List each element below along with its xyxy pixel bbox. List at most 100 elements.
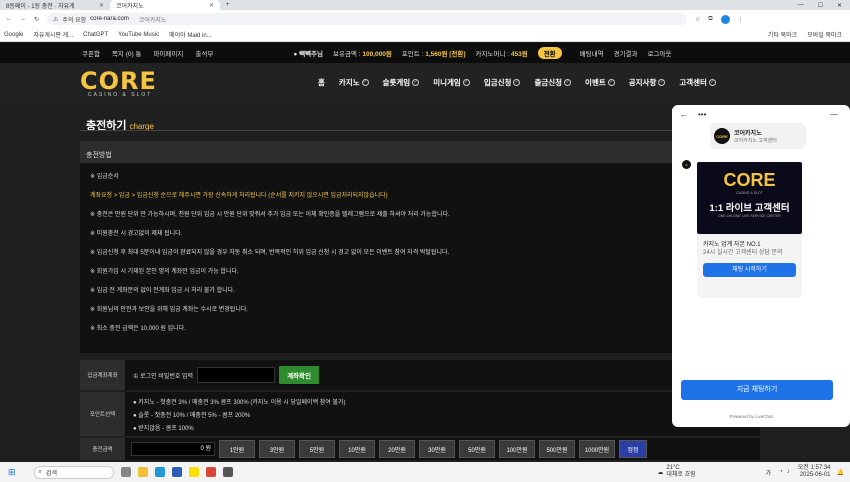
bookmark-item[interactable]: 메이아 Maid in...: [169, 30, 212, 39]
bookmark-folder[interactable]: 모바일 북마크: [807, 30, 842, 39]
back-arrow-icon[interactable]: ←: [680, 110, 688, 119]
section-header: 충전방법: [80, 141, 672, 163]
taskbar-search[interactable]: ⌕ 검색: [33, 465, 114, 479]
store-icon[interactable]: [171, 467, 182, 477]
amount-button[interactable]: 30만원: [419, 440, 455, 458]
menu-event[interactable]: 이벤트 ✓: [585, 77, 615, 88]
amount-input[interactable]: 0 원: [131, 442, 215, 456]
url-field[interactable]: ⚠ 주의 요함 core-nara.com 코어카지노: [47, 13, 688, 25]
rule-item: ※ 회원님의 안전과 보안을 위해 입금 계좌는 수시로 변경됩니다.: [90, 307, 249, 313]
bookmark-folder[interactable]: 기타 북마크: [768, 30, 797, 39]
notification-icon[interactable]: 🔔: [837, 469, 844, 476]
chat-now-button[interactable]: 지금 채팅하기: [681, 380, 833, 400]
deposit-rules: ※ 입금순서 계좌요청 > 입금 > 입금신청 순으로 해주시면 가장 신속하게…: [80, 163, 672, 353]
amount-button[interactable]: 500만원: [539, 440, 575, 458]
reset-button[interactable]: 정정: [619, 440, 647, 458]
bookmarks-bar: Google 자유게시판 게... ChatGPT YouTube Music …: [0, 28, 850, 42]
casino-money-info: 카지노머니 : 453원: [476, 48, 528, 58]
menu-notice[interactable]: 공지사항 ✓: [629, 77, 666, 88]
livechat-panel: ← ••• — CORE 코어카지노 코어카지노 고객센터 C CORE CAS…: [672, 105, 850, 427]
point-option-casino[interactable]: ● 카지노 - 첫충전 3% / 매충전 3% 콤프 300% (카지노 이용 …: [133, 397, 346, 406]
balance-label: 보유금액 :: [332, 51, 361, 58]
menu-icon[interactable]: ⋮: [738, 16, 744, 23]
site-header: CORE CASINO & SLOT 홈 카지노 ✓ 슬롯게임 ✓ 미니게임 ✓ 입금…: [0, 63, 850, 105]
bookmark-item[interactable]: Google: [4, 32, 23, 38]
menu-deposit[interactable]: 입금신청 ✓: [484, 77, 521, 88]
maximize-icon[interactable]: ☐: [818, 2, 823, 9]
chrome-icon[interactable]: [205, 467, 216, 477]
minimize-icon[interactable]: —: [798, 2, 804, 8]
banner-logo: CORE: [723, 170, 776, 190]
menu-label: 입금신청: [483, 78, 512, 87]
forward-icon[interactable]: →: [20, 16, 26, 22]
menu-slot[interactable]: 슬롯게임 ✓: [383, 77, 420, 88]
mypage-link[interactable]: 마이페이지: [153, 48, 183, 58]
close-icon[interactable]: ✕: [209, 2, 214, 9]
window-close-icon[interactable]: ✕: [837, 2, 842, 9]
password-input[interactable]: [197, 367, 276, 383]
point-label: 포인트 :: [401, 51, 424, 58]
kakaotalk-icon[interactable]: [188, 467, 199, 477]
browser-tab-bar: 8등페이 - 1등 충전 · 자유게 ✕ 코어카지노 ✕ + — ☐ ✕: [0, 0, 850, 10]
app-icon[interactable]: [222, 467, 233, 477]
volume-icon[interactable]: ♪: [787, 469, 790, 475]
browser-tab-active[interactable]: 코어카지노 ✕: [110, 0, 220, 10]
minimize-chat-icon[interactable]: —: [830, 110, 838, 119]
amount-button[interactable]: 20만원: [379, 440, 415, 458]
browser-tab[interactable]: 8등페이 - 1등 충전 · 자유게 ✕: [0, 0, 110, 10]
point-option-none[interactable]: ● 받지않음 - 콤프 100%: [133, 423, 194, 432]
extensions-icon[interactable]: ⧉: [708, 16, 712, 23]
back-icon[interactable]: ←: [6, 16, 12, 22]
menu-support[interactable]: 고객센터 ✓: [679, 77, 716, 88]
search-label: 검색: [45, 470, 57, 477]
weather-temp: 21°C: [666, 465, 680, 471]
amount-button[interactable]: 3만원: [259, 440, 295, 458]
network-icon[interactable]: ◔: [779, 469, 783, 475]
bet-history-link[interactable]: 배팅내역: [580, 48, 604, 58]
explorer-icon[interactable]: [137, 467, 148, 477]
amount-button[interactable]: 1000만원: [579, 440, 615, 458]
point-option-slot[interactable]: ● 슬롯 - 첫충전 10% / 매충전 5% - 콤프 200%: [133, 410, 250, 419]
edge-icon[interactable]: [154, 467, 165, 477]
more-icon[interactable]: •••: [698, 110, 706, 119]
new-tab-icon[interactable]: +: [226, 2, 230, 8]
ime-indicator[interactable]: 가: [766, 468, 772, 477]
bookmark-item[interactable]: 자유게시판 게...: [33, 30, 73, 39]
start-chat-inline-button[interactable]: 채팅 시작하기: [703, 263, 796, 277]
menu-minigame[interactable]: 미니게임 ✓: [433, 77, 470, 88]
logout-link[interactable]: 로그아웃: [648, 48, 672, 58]
results-link[interactable]: 경기결과: [614, 48, 638, 58]
bookmark-item[interactable]: ChatGPT: [83, 32, 108, 38]
attendance-link[interactable]: 출석부: [195, 48, 213, 58]
profile-icon[interactable]: [720, 14, 730, 24]
message-link[interactable]: 쪽지 (0) 통: [112, 48, 142, 58]
menu-label: 미니게임: [433, 78, 461, 87]
menu-casino[interactable]: 카지노 ✓: [339, 77, 369, 88]
logo-subtext: CASINO & SLOT: [88, 92, 153, 98]
weather[interactable]: 21°C 대체로 흐림: [666, 465, 695, 479]
coupon-link[interactable]: 쿠폰함: [82, 48, 100, 58]
site-top-bar: 쿠폰함 쪽지 (0) 통 마이페이지 출석부 ● 빽빽주님 보유금액 : 100…: [0, 43, 850, 63]
convert-button[interactable]: 전환: [537, 47, 562, 59]
menu-home[interactable]: 홈: [318, 77, 325, 88]
close-icon[interactable]: ✕: [99, 2, 104, 9]
start-icon[interactable]: ⊞: [8, 467, 16, 478]
account-check-button[interactable]: 계좌확인: [279, 366, 319, 384]
star-icon[interactable]: ☆: [695, 16, 700, 23]
windows-taskbar: ⊞ ⌕ 검색 ☁ 21°C 대체로 흐림 가 ◔ ♪ 오전 1:57:34 2025-…: [0, 462, 850, 482]
menu-withdraw[interactable]: 출금신청 ✓: [534, 77, 572, 88]
amount-button[interactable]: 100만원: [499, 440, 535, 458]
amount-button[interactable]: 5만원: [299, 440, 335, 458]
amount-button[interactable]: 1만원: [219, 440, 255, 458]
site-logo[interactable]: CORE CASINO & SLOT: [80, 67, 156, 101]
point-info[interactable]: 포인트 : 1,560원 [전환]: [402, 48, 466, 58]
task-view-icon[interactable]: [120, 467, 131, 477]
clock[interactable]: 오전 1:57:34 2025-06-01: [798, 465, 831, 479]
check-circle-icon: ✓: [658, 79, 666, 86]
reload-icon[interactable]: ↻: [34, 16, 39, 23]
warning-icon: ⚠: [53, 16, 59, 23]
bookmark-item[interactable]: YouTube Music: [118, 32, 159, 38]
amount-button[interactable]: 10만원: [339, 440, 375, 458]
amount-button[interactable]: 50만원: [459, 440, 495, 458]
support-banner: CORE CASINO & SLOT 1:1 라이브 고객센터 ONE-ON-O…: [697, 162, 802, 234]
